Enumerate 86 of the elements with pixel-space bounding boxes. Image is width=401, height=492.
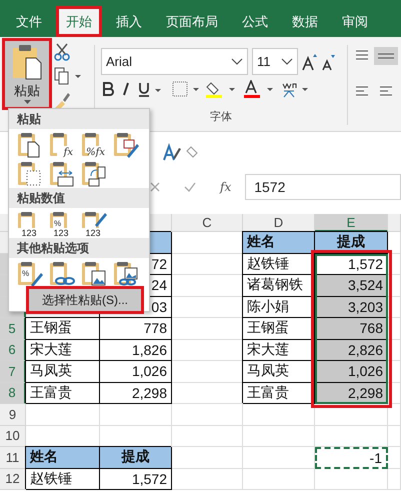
clipboard-noborder-icon[interactable]	[15, 159, 43, 187]
clipboard-transpose-icon[interactable]	[79, 159, 107, 187]
ribbon-tab[interactable]: 文件	[6, 6, 52, 37]
underline-icon[interactable]	[137, 80, 163, 96]
clipboard-picturelink-icon[interactable]	[111, 259, 139, 287]
table-cell: 1,026	[315, 361, 388, 382]
function-button[interactable]: fx	[220, 180, 232, 194]
empty-cell[interactable]	[243, 404, 315, 426]
table-cell: 778	[100, 318, 172, 340]
clipboard-picture-icon[interactable]	[79, 259, 107, 287]
section-title: 粘贴数值	[9, 188, 149, 208]
table-cell: 1,572	[100, 468, 172, 490]
row-header[interactable]: 8	[0, 382, 26, 404]
empty-cell[interactable]	[388, 275, 401, 296]
header-cell: 提成	[100, 447, 172, 468]
empty-cell[interactable]	[315, 468, 388, 490]
ribbon-tab[interactable]: 数据	[282, 6, 328, 37]
ribbon-tab[interactable]: 插入	[106, 6, 152, 37]
ribbon-tab[interactable]: 开始	[56, 6, 102, 37]
row-header[interactable]: 5	[0, 318, 26, 340]
empty-cell[interactable]	[388, 318, 401, 340]
table-cell: 宋大莲	[26, 340, 100, 361]
ribbon-tab[interactable]: 公式	[232, 6, 278, 37]
row-header[interactable]: 7	[0, 361, 26, 382]
table-cell: 王富贵	[243, 382, 315, 404]
cancel-icon[interactable]	[150, 182, 160, 192]
chevron-icon[interactable]	[231, 58, 243, 65]
copy-icon[interactable]	[54, 67, 82, 85]
paste-special-item[interactable]: 选择性粘贴(S)...	[29, 289, 141, 311]
chevron-icon[interactable]	[281, 58, 293, 65]
empty-cell[interactable]	[388, 340, 401, 361]
empty-cell[interactable]	[243, 426, 315, 447]
group-label: 字体	[210, 110, 232, 124]
shrink-font-icon[interactable]	[322, 52, 336, 70]
grow-font-icon[interactable]	[302, 52, 318, 70]
empty-cell[interactable]	[172, 426, 243, 447]
table-cell: 马凤英	[26, 361, 100, 382]
header-cell: 姓名	[243, 232, 315, 254]
table-cell: 1,826	[100, 340, 172, 361]
row-header[interactable]: 10	[0, 426, 26, 447]
caret-icon	[24, 100, 30, 104]
paste-button[interactable]: 粘贴	[4, 40, 50, 108]
table-cell: 王钢蛋	[26, 318, 100, 340]
section-title: 粘贴	[9, 109, 149, 129]
clipboard-icon	[12, 44, 42, 80]
table-cell: 王富贵	[26, 382, 100, 404]
empty-cell[interactable]	[315, 404, 388, 426]
empty-cell[interactable]	[388, 426, 401, 447]
table-cell: 3,203	[315, 296, 388, 318]
font-name-field[interactable]: Arial	[101, 48, 248, 75]
table-cell: 赵铁锤	[26, 468, 100, 490]
table-cell: 1,026	[100, 361, 172, 382]
table-cell: 768	[315, 318, 388, 340]
empty-cell[interactable]	[388, 254, 401, 275]
clipboard-brush-icon[interactable]	[111, 130, 139, 158]
ribbon-tab[interactable]: 页面布局	[156, 6, 228, 37]
clipboard-widths-icon[interactable]	[47, 159, 75, 187]
row-header[interactable]: 6	[0, 340, 26, 361]
row-header[interactable]: 9	[0, 404, 26, 426]
table-cell: -1	[315, 447, 388, 468]
ribbon-tab[interactable]: 审阅	[332, 6, 378, 37]
row-header[interactable]: 12	[0, 468, 26, 490]
empty-cell[interactable]	[388, 447, 401, 468]
row-header[interactable]: 11	[0, 447, 26, 468]
empty-cell[interactable]	[388, 468, 401, 490]
formula-field[interactable]: 1572	[245, 174, 401, 200]
table-cell: 2,826	[315, 340, 388, 361]
column-header[interactable]: D	[243, 214, 315, 232]
empty-cell[interactable]	[243, 468, 315, 490]
empty-cell[interactable]	[388, 404, 401, 426]
empty-cell[interactable]	[388, 361, 401, 382]
brush-icon[interactable]	[54, 91, 70, 109]
column-header[interactable]: C	[172, 214, 243, 232]
scissors-icon[interactable]	[54, 43, 70, 61]
header-cell: 姓名	[26, 447, 100, 468]
clipboard-link-icon[interactable]	[47, 259, 75, 287]
table-cell: 3,524	[315, 275, 388, 296]
font-size-field[interactable]: 11	[252, 48, 298, 75]
table-cell: 2,298	[100, 382, 172, 404]
section-title: 其他粘贴选项	[9, 238, 149, 258]
bold-icon[interactable]	[101, 80, 115, 96]
empty-cell[interactable]	[100, 404, 172, 426]
empty-cell[interactable]	[388, 382, 401, 404]
column-header[interactable]: E	[315, 214, 388, 232]
empty-cell[interactable]	[388, 296, 401, 318]
empty-cell[interactable]	[172, 404, 243, 426]
